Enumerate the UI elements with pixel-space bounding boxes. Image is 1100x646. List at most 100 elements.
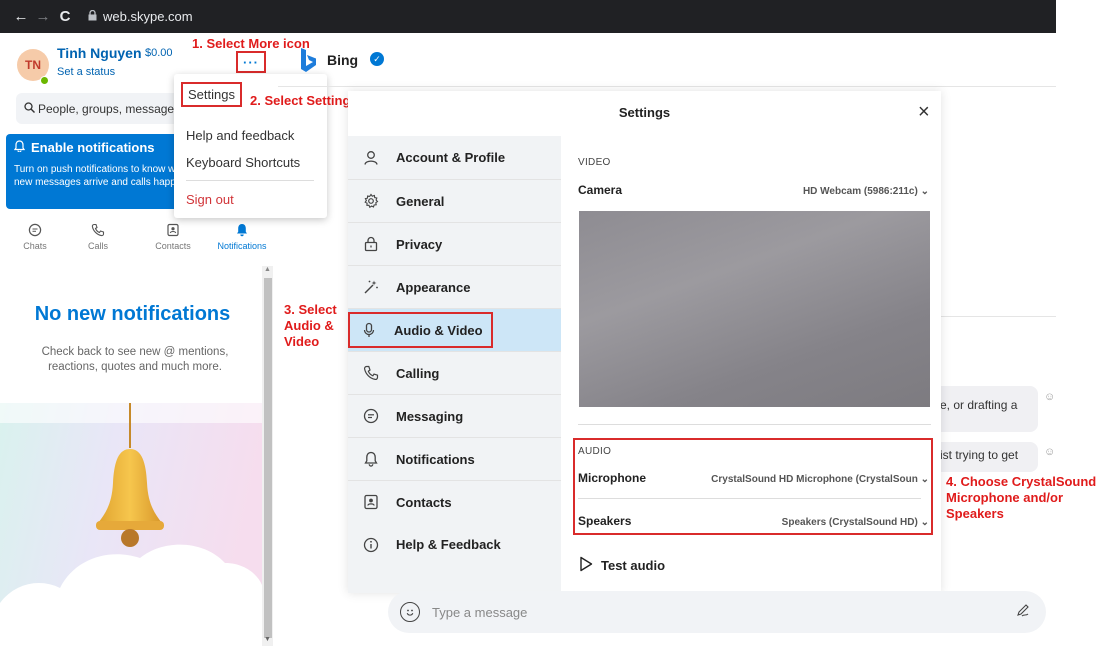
phone-icon [68,223,128,241]
menu-item-sign-out[interactable]: Sign out [186,192,234,207]
scrollbar-thumb[interactable] [264,278,272,638]
nav-item-help-feedback[interactable]: Help & Feedback [348,523,561,566]
nav-label: Notifications [396,451,475,467]
search-placeholder: People, groups, messages [38,101,181,116]
search-input[interactable]: People, groups, messages [16,93,186,124]
menu-divider [186,180,314,181]
bing-logo-icon [301,48,316,72]
nav-label: Help & Feedback [396,537,501,552]
nav-label: Messaging [396,408,464,424]
browser-toolbar: ← → C web.skype.com [0,0,1056,33]
microphone-icon [358,322,380,338]
tab-contacts[interactable]: Contacts [143,223,203,251]
tab-chats[interactable]: Chats [5,223,65,251]
contacts-icon [360,494,382,510]
person-icon [360,150,382,166]
menu-item-keyboard-shortcuts[interactable]: Keyboard Shortcuts [186,155,300,170]
nav-item-general[interactable]: General [348,179,561,222]
tab-calls[interactable]: Calls [68,223,128,251]
tab-label: Chats [23,241,47,251]
nav-item-account-profile[interactable]: Account & Profile [348,136,561,179]
settings-content: VIDEO Camera HD Webcam (5986:211c) ⌄ AUD… [561,136,941,593]
message-composer[interactable]: Type a message [388,591,1046,633]
section-divider [578,424,931,425]
chat-icon [5,223,65,241]
nav-item-calling[interactable]: Calling [348,351,561,394]
contacts-icon [143,223,203,241]
nav-item-privacy[interactable]: Privacy [348,222,561,265]
lock-icon [360,236,382,252]
chevron-down-icon: ⌄ [920,474,929,485]
test-audio-button[interactable]: Test audio [579,556,665,575]
chat-title[interactable]: Bing [327,52,358,68]
microphone-label: Microphone [578,471,646,485]
tab-label: Notifications [217,241,267,251]
menu-item-settings[interactable]: Settings [181,82,242,107]
address-bar-url[interactable]: web.skype.com [103,9,193,24]
annotation-step-2: 2. Select Settings [250,93,358,108]
nav-item-contacts[interactable]: Contacts [348,480,561,523]
nav-item-notifications[interactable]: Notifications [348,437,561,480]
gear-icon [360,193,382,209]
nav-item-appearance[interactable]: Appearance [348,265,561,308]
credit-balance[interactable]: $0.00 [145,47,173,59]
play-icon [579,556,593,575]
close-icon[interactable]: × [918,101,930,124]
pen-icon[interactable] [1016,603,1030,620]
tab-notifications[interactable]: Notifications [212,223,272,251]
annotation-step-1: 1. Select More icon [192,36,310,51]
speakers-select[interactable]: Speakers (CrystalSound HD) ⌄ [782,517,929,528]
more-options-button[interactable]: ··· [236,51,266,73]
reaction-icon[interactable]: ☺ [1044,446,1055,458]
emoji-icon[interactable] [400,602,420,622]
set-status-link[interactable]: Set a status [57,66,115,78]
bell-icon [212,223,272,241]
info-icon [360,537,382,553]
settings-dialog: Settings × Account & Profile General Pri… [348,91,941,593]
empty-state-description: Check back to see new @ mentions, reacti… [41,346,229,373]
bell-icon [13,140,26,155]
audio-section-label: AUDIO [578,446,612,457]
banner-title: Enable notifications [31,140,155,155]
nav-label: Account & Profile [396,150,506,165]
scroll-down-arrow-icon[interactable]: ▼ [262,636,273,643]
microphone-select[interactable]: CrystalSound HD Microphone (CrystalSoun … [711,474,929,485]
bell-icon [360,451,382,467]
annotation-step-4: 4. Choose CrystalSound Microphone and/or… [946,474,1097,521]
camera-label: Camera [578,183,623,197]
chevron-down-icon: ⌄ [920,517,929,528]
chat-icon [360,408,382,424]
background-divider [941,316,1056,317]
search-icon [24,101,35,116]
nav-item-messaging[interactable]: Messaging [348,394,561,437]
presence-dot [40,76,49,85]
nav-item-audio-video[interactable]: Audio & Video [348,308,561,351]
nav-label: General [396,193,445,209]
magic-wand-icon [360,279,382,295]
settings-nav: Account & Profile General Privacy Appear… [348,136,561,593]
phone-icon [360,365,382,381]
reaction-icon[interactable]: ☺ [1044,391,1055,403]
annotation-step-3: 3. Select Audio & Video [284,302,337,349]
nav-label: Audio & Video [394,322,483,338]
profile-name[interactable]: Tinh Nguyen [57,45,142,61]
menu-item-help-feedback[interactable]: Help and feedback [186,128,294,143]
bell-illustration [0,363,262,646]
camera-select[interactable]: HD Webcam (5986:211c) ⌄ [803,186,929,197]
scroll-up-arrow-icon[interactable]: ▲ [262,266,273,273]
chevron-down-icon: ⌄ [920,186,929,197]
tab-label: Calls [87,241,108,251]
camera-preview [579,211,930,407]
nav-label: Privacy [396,236,443,252]
speakers-label: Speakers [578,514,632,528]
lock-icon [88,9,97,24]
nav-label: Appearance [396,279,471,295]
reload-icon[interactable]: C [54,8,76,25]
video-section-label: VIDEO [578,157,611,168]
dialog-title: Settings [618,105,671,120]
header-divider [278,86,1056,87]
message-input[interactable]: Type a message [432,605,527,620]
nav-label: Contacts [396,494,452,510]
forward-arrow-icon[interactable]: → [32,8,54,25]
back-arrow-icon[interactable]: ← [10,8,32,25]
